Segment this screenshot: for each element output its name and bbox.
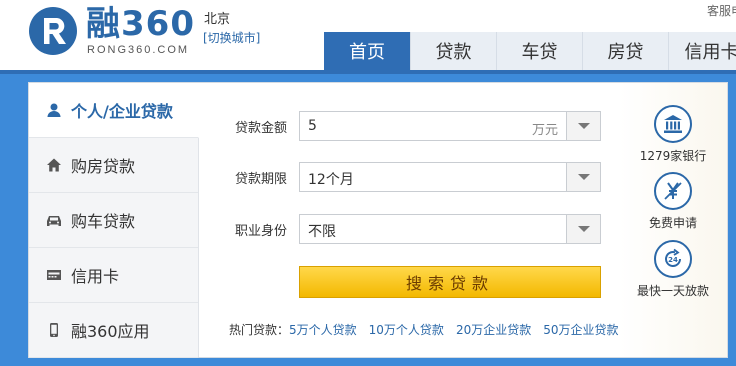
hot-loans: 热门贷款： 5万个人贷款 10万个人贷款 20万企业贷款 50万企业贷款 bbox=[229, 321, 619, 338]
feature-banks-label: 1279家银行 bbox=[639, 149, 707, 163]
loan-search-form: 贷款金额 5 万元 贷款期限 12个月 职业身份 不限 搜索贷款 热门贷款： 5… bbox=[199, 83, 619, 357]
logo-mark-icon bbox=[29, 7, 77, 55]
sidebar-item-car-loan[interactable]: 购车贷款 bbox=[29, 193, 198, 248]
sidebar-item-app[interactable]: 融360应用 bbox=[29, 303, 198, 358]
nav-car-loans[interactable]: 车贷 bbox=[496, 32, 582, 70]
house-icon bbox=[45, 156, 63, 174]
sidebar-item-label: 购车贷款 bbox=[71, 212, 136, 231]
logo[interactable]: 融360 RONG360.COM bbox=[28, 4, 198, 62]
loan-search-card: 个人/企业贷款 购房贷款 购车贷款 信用卡 融360应用 贷款金额 5 万元 贷… bbox=[28, 82, 728, 358]
occupation-select[interactable]: 不限 bbox=[299, 214, 601, 244]
chevron-down-icon bbox=[577, 226, 590, 232]
hot-loans-label: 热门贷款： bbox=[229, 323, 290, 337]
service-link[interactable]: 客服电话 bbox=[707, 2, 736, 19]
feature-free: 免费申请 bbox=[619, 172, 727, 231]
feature-free-label: 免费申请 bbox=[648, 216, 697, 230]
hot-loan-link[interactable]: 50万企业贷款 bbox=[543, 321, 618, 338]
sidebar-item-label: 信用卡 bbox=[71, 267, 120, 286]
category-sidebar: 个人/企业贷款 购房贷款 购车贷款 信用卡 融360应用 bbox=[29, 83, 199, 358]
sidebar-item-personal-business-loan[interactable]: 个人/企业贷款 bbox=[29, 83, 199, 138]
sidebar-item-credit-card[interactable]: 信用卡 bbox=[29, 248, 198, 303]
feature-fast: 24 最快一天放款 bbox=[619, 240, 727, 299]
occupation-value: 不限 bbox=[308, 224, 336, 240]
bank-icon bbox=[654, 105, 692, 143]
hot-loan-link[interactable]: 20万企业贷款 bbox=[456, 321, 531, 338]
mobile-phone-icon bbox=[45, 321, 63, 339]
clock-24-icon: 24 bbox=[654, 240, 692, 278]
nav-home[interactable]: 首页 bbox=[324, 32, 410, 70]
sidebar-item-label: 融360应用 bbox=[71, 322, 150, 341]
amount-row: 贷款金额 5 万元 bbox=[199, 111, 619, 141]
car-icon bbox=[45, 211, 63, 229]
feature-fast-label: 最快一天放款 bbox=[636, 284, 709, 298]
term-select[interactable]: 12个月 bbox=[299, 162, 601, 192]
occupation-label: 职业身份 bbox=[235, 224, 288, 239]
main-nav: 首页 贷款 车贷 房贷 信用卡 bbox=[324, 32, 736, 70]
feature-banks: 1279家银行 bbox=[619, 105, 727, 164]
logo-text: 融360 bbox=[86, 4, 195, 44]
yen-free-icon bbox=[654, 172, 692, 210]
term-value: 12个月 bbox=[308, 172, 354, 188]
nav-credit-card[interactable]: 信用卡 bbox=[668, 32, 736, 70]
header: 融360 RONG360.COM 北京 [切换城市] 客服电话 首页 贷款 车贷… bbox=[0, 0, 736, 70]
term-dropdown-button[interactable] bbox=[566, 163, 600, 191]
term-label: 贷款期限 bbox=[235, 172, 288, 187]
term-row: 贷款期限 12个月 bbox=[199, 162, 619, 192]
nav-loans[interactable]: 贷款 bbox=[410, 32, 496, 70]
amount-unit: 万元 bbox=[531, 123, 558, 138]
occupation-dropdown-button[interactable] bbox=[566, 215, 600, 243]
sidebar-item-house-loan[interactable]: 购房贷款 bbox=[29, 138, 198, 193]
person-icon bbox=[45, 101, 63, 119]
features-panel: 1279家银行 免费申请 24 最快一天放款 bbox=[619, 83, 727, 357]
credit-card-icon bbox=[45, 266, 63, 284]
current-city: 北京 bbox=[204, 12, 231, 27]
search-loans-button[interactable]: 搜索贷款 bbox=[299, 266, 601, 298]
chevron-down-icon bbox=[577, 123, 590, 129]
amount-field[interactable]: 5 万元 bbox=[299, 111, 601, 141]
sidebar-item-label: 购房贷款 bbox=[71, 157, 136, 176]
occupation-row: 职业身份 不限 bbox=[199, 214, 619, 244]
sidebar-item-label: 个人/企业贷款 bbox=[71, 102, 173, 121]
hot-loan-link[interactable]: 10万个人贷款 bbox=[369, 321, 444, 338]
logo-domain: RONG360.COM bbox=[87, 44, 190, 56]
chevron-down-icon bbox=[577, 174, 590, 180]
nav-mortgage[interactable]: 房贷 bbox=[582, 32, 668, 70]
switch-city-link[interactable]: [切换城市] bbox=[203, 29, 260, 46]
hot-loan-link[interactable]: 5万个人贷款 bbox=[289, 321, 357, 338]
svg-text:24: 24 bbox=[668, 256, 678, 264]
amount-value: 5 bbox=[308, 118, 317, 134]
amount-dropdown-button[interactable] bbox=[566, 112, 600, 140]
amount-label: 贷款金额 bbox=[235, 121, 288, 136]
hero-stage: 个人/企业贷款 购房贷款 购车贷款 信用卡 融360应用 贷款金额 5 万元 贷… bbox=[0, 74, 736, 366]
